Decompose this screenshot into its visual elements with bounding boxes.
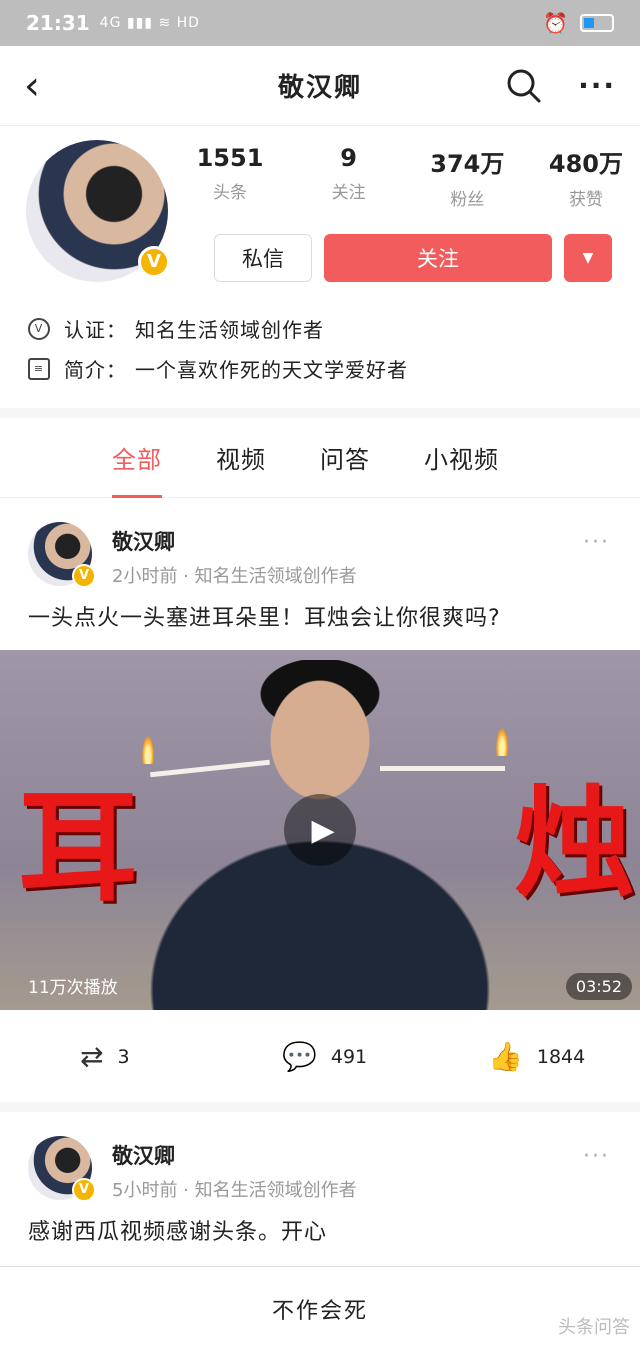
document-icon: ≡ — [28, 357, 50, 380]
battery-icon — [580, 14, 614, 32]
post-author[interactable]: 敬汉卿 — [112, 1140, 175, 1170]
post-author[interactable]: 敬汉卿 — [112, 526, 175, 556]
tab-qa[interactable]: 问答 — [320, 418, 370, 498]
more-icon[interactable]: ··· — [583, 530, 610, 555]
flame-icon — [496, 728, 508, 756]
follow-dropdown-button[interactable]: ▼ — [564, 234, 612, 282]
like-count: 1844 — [536, 1045, 586, 1068]
post-header: V 敬汉卿 2小时前 · 知名生活领域创作者 ··· — [0, 498, 640, 588]
video-duration: 03:52 — [565, 973, 632, 1000]
tab-short-video[interactable]: 小视频 — [424, 418, 499, 498]
profile-actions: 私信 关注 ▼ — [214, 234, 612, 282]
tab-all[interactable]: 全部 — [112, 418, 162, 498]
caret-down-icon: ▼ — [582, 250, 594, 266]
candle-stick — [380, 766, 505, 771]
content-tabs: 全部 视频 问答 小视频 — [0, 418, 640, 498]
post-text[interactable]: 感谢西瓜视频感谢头条。开心 — [0, 1202, 640, 1264]
repost-count: 3 — [117, 1045, 130, 1068]
avatar[interactable]: V — [28, 522, 96, 588]
post-actions: ⇄ 3 💬 491 👍 1844 — [0, 1010, 640, 1102]
bottom-bar[interactable]: 不作会死 — [0, 1266, 640, 1351]
watermark: 头条问答 — [558, 1317, 630, 1338]
verification-line: V 认证： 知名生活领域创作者 — [28, 314, 324, 343]
status-time: 21:31 — [26, 11, 90, 35]
video-player[interactable]: 耳 烛 ▶ 11万次播放 03:52 — [0, 650, 640, 1010]
more-icon[interactable]: ··· — [578, 69, 616, 102]
like-button[interactable]: 👍 1844 — [488, 1040, 585, 1073]
status-bar: 21:31 4G ▮▮▮ ≋ HD ⏰ — [0, 0, 640, 46]
profile-overlay: 私信 关注 ▼ V 认证： 知名生活领域创作者 ≡ 简介： 一个喜欢作死的天文学… — [0, 126, 640, 408]
bottom-bar-label: 不作会死 — [271, 1299, 368, 1324]
post-header: V 敬汉卿 5小时前 · 知名生活领域创作者 ··· — [0, 1112, 640, 1202]
comment-button[interactable]: 💬 491 — [282, 1040, 367, 1073]
post-meta: 2小时前 · 知名生活领域创作者 — [112, 566, 357, 587]
post-meta: 5小时前 · 知名生活领域创作者 — [112, 1180, 357, 1201]
verified-icon: V — [28, 317, 50, 340]
follow-button[interactable]: 关注 — [324, 234, 552, 282]
comment-count: 491 — [330, 1045, 368, 1068]
intro-text: 一个喜欢作死的天文学爱好者 — [135, 358, 408, 382]
feed-post: V 敬汉卿 2小时前 · 知名生活领域创作者 ··· 一头点火一头塞进耳朵里！耳… — [0, 498, 640, 1102]
signal-icon: 4G ▮▮▮ ≋ HD — [99, 15, 200, 31]
intro-line: ≡ 简介： 一个喜欢作死的天文学爱好者 — [28, 354, 408, 383]
thumbs-up-icon: 👍 — [488, 1040, 523, 1073]
flame-icon — [142, 736, 154, 764]
play-count: 11万次播放 — [28, 978, 118, 998]
video-caption-left: 耳 — [18, 777, 138, 918]
back-icon[interactable]: ‹ — [24, 63, 64, 109]
video-caption-right: 烛 — [514, 773, 634, 914]
section-divider — [0, 408, 640, 418]
play-icon[interactable]: ▶ — [284, 794, 356, 866]
verify-label: 认证： — [64, 318, 127, 342]
repost-icon: ⇄ — [80, 1040, 104, 1073]
alarm-icon: ⏰ — [543, 11, 568, 35]
top-nav: ‹ 敬汉卿 ··· — [0, 46, 640, 126]
feed-post: V 敬汉卿 5小时前 · 知名生活领域创作者 ··· 感谢西瓜视频感谢头条。开心 — [0, 1112, 640, 1264]
comment-icon: 💬 — [282, 1040, 317, 1073]
repost-button[interactable]: ⇄ 3 — [80, 1040, 130, 1073]
search-icon[interactable] — [506, 68, 542, 104]
intro-label: 简介： — [64, 358, 127, 382]
verified-badge-icon: V — [72, 564, 96, 588]
post-text[interactable]: 一头点火一头塞进耳朵里！耳烛会让你很爽吗? — [0, 588, 640, 650]
verified-badge-icon: V — [72, 1178, 96, 1202]
more-icon[interactable]: ··· — [583, 1144, 610, 1169]
message-button[interactable]: 私信 — [214, 234, 312, 282]
post-divider — [0, 1102, 640, 1112]
tab-video[interactable]: 视频 — [216, 418, 266, 498]
verify-text: 知名生活领域创作者 — [135, 318, 324, 342]
avatar[interactable]: V — [28, 1136, 96, 1202]
